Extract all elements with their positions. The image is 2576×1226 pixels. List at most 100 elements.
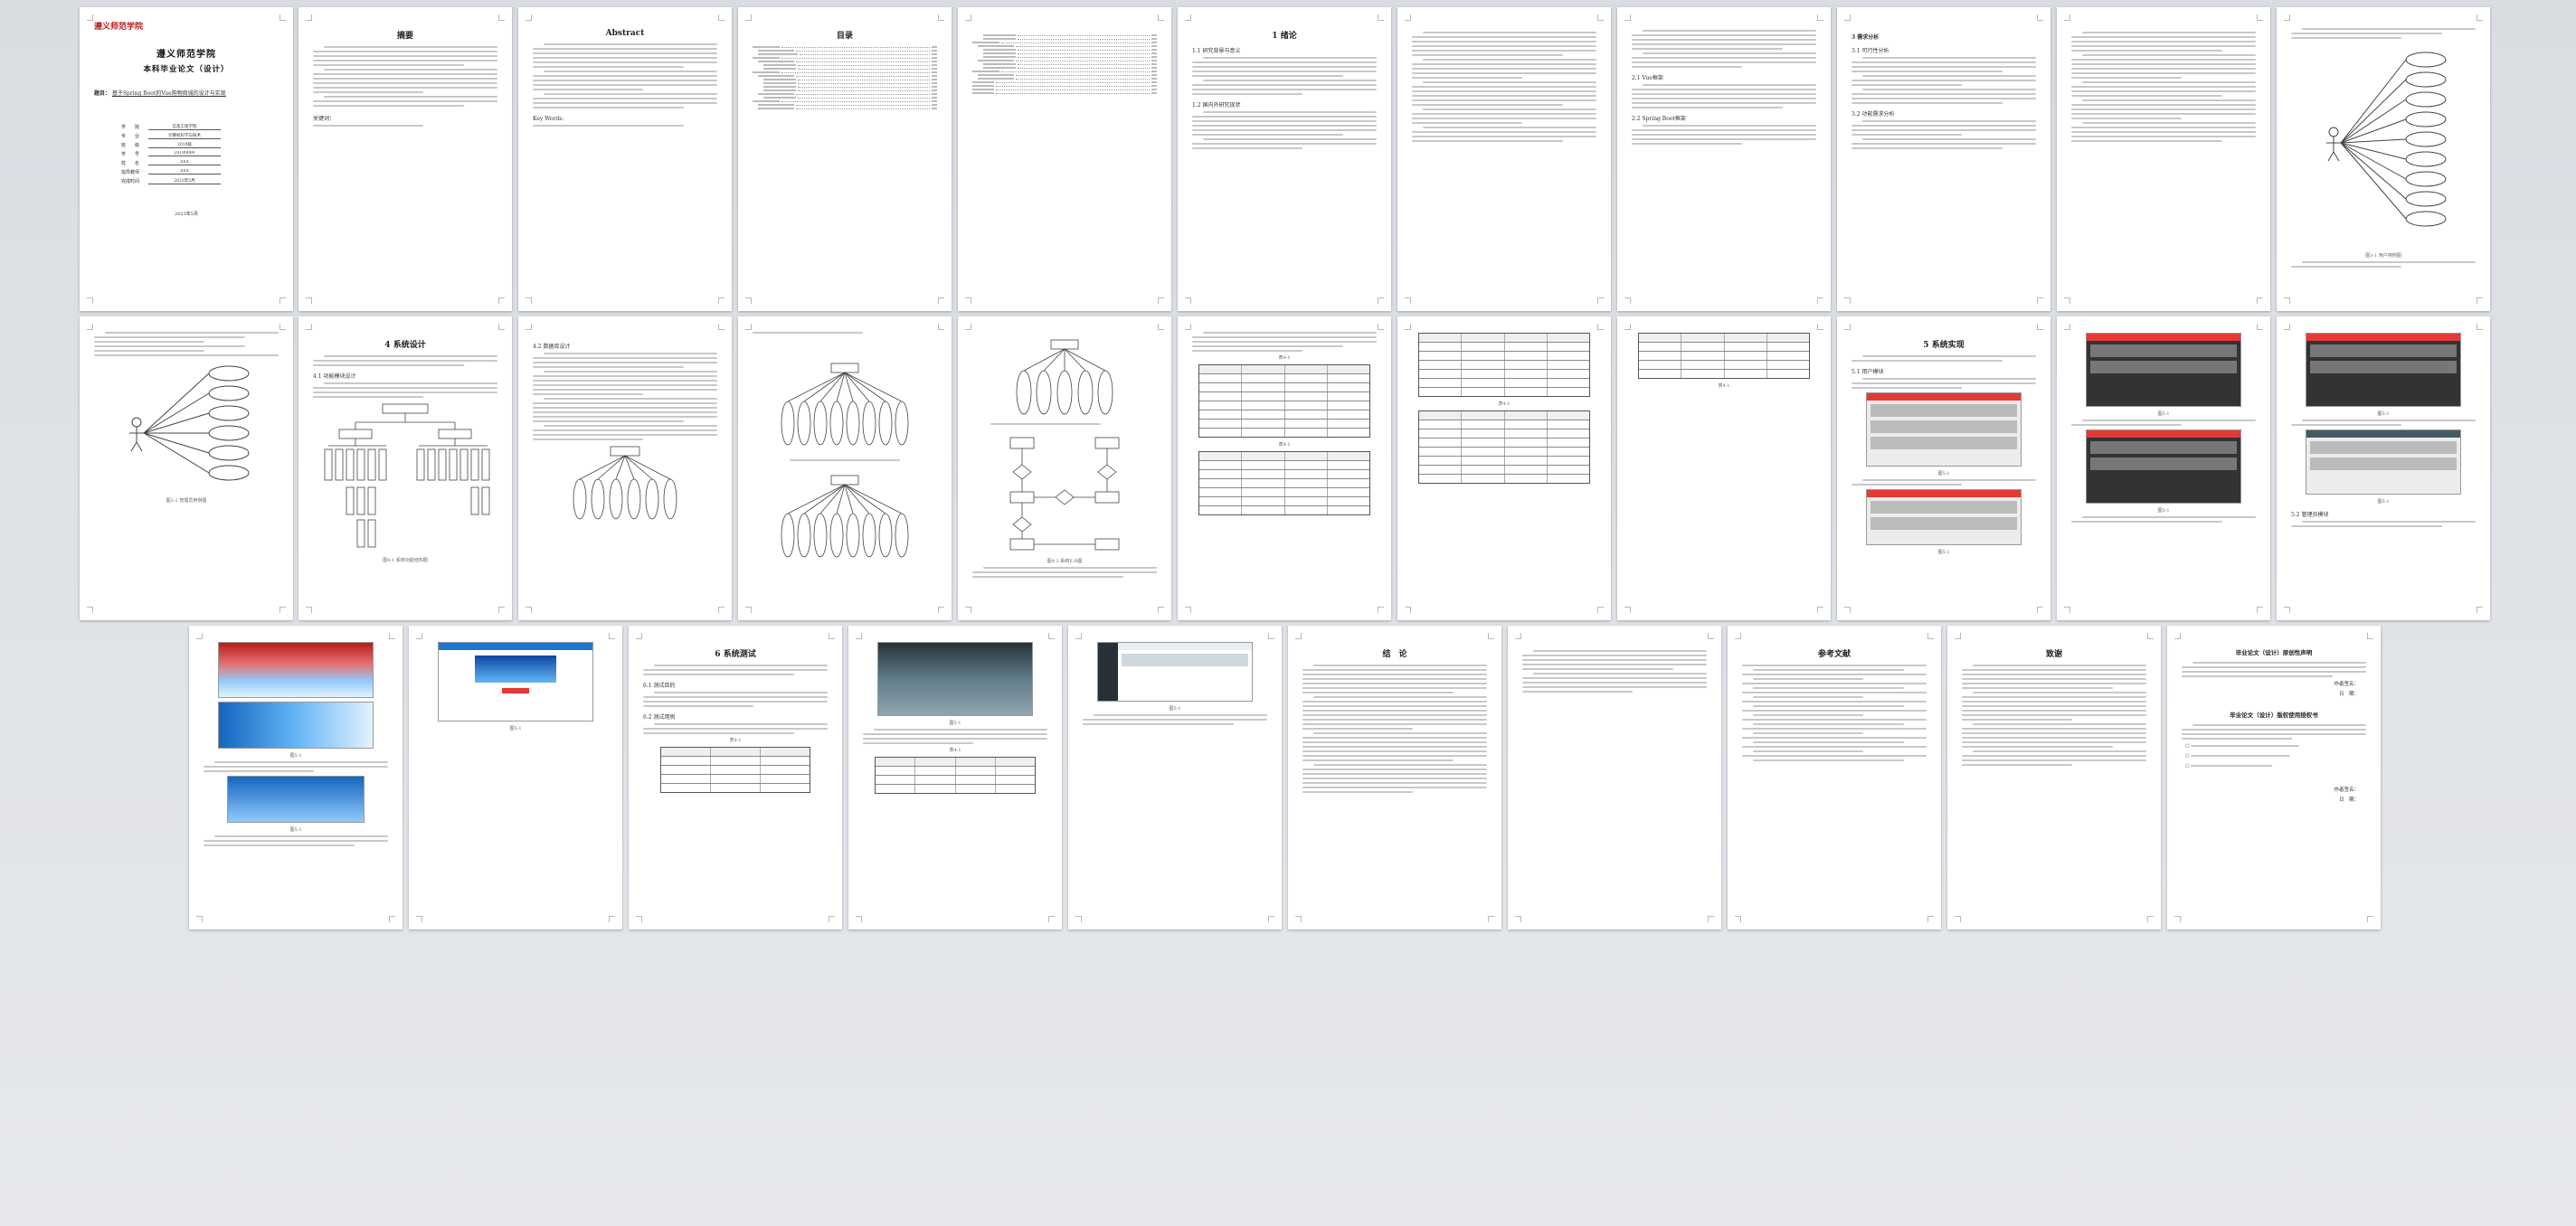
caption-figure-3: 图5-1: [2157, 411, 2170, 417]
caption-er-diagram: 图4-2 系统E-R图: [1046, 559, 1083, 564]
page-ch3-b[interactable]: [2057, 7, 2270, 311]
caption-figure-2: 图5-1: [1937, 550, 1950, 555]
data-table-4: [1418, 410, 1590, 484]
entity-attribute-diagram: [573, 446, 677, 520]
entity-diagram-1: [781, 363, 909, 446]
data-table-2: [1198, 451, 1370, 515]
page-ch6-c[interactable]: 图5-1: [1068, 626, 1282, 929]
page-ch4-er[interactable]: 图4-2 系统E-R图: [958, 316, 1171, 620]
test-table-1: [660, 747, 810, 793]
page-use-case-user[interactable]: 图3-1 用户用例图: [2277, 7, 2490, 311]
screenshot-announce: [438, 642, 593, 721]
page-ch5[interactable]: 5 系统实现 5.1 用户模块 图5-1 图5-1: [1837, 316, 2050, 620]
screenshot-cart: [2086, 333, 2241, 407]
date-signature-1: 日 期：: [2338, 692, 2359, 697]
caption-figure-8: 图5-1: [289, 827, 302, 833]
page-ch6-b[interactable]: 图5-1 表4-1: [848, 626, 1062, 929]
data-table-3: [1418, 333, 1590, 397]
page-ch4-tables-3[interactable]: 表4-1: [1617, 316, 1831, 620]
caption-figure-11: 图5-1: [1169, 706, 1181, 712]
screenshot-product: [1866, 489, 2022, 545]
cover-title: 题目： 基于Spring Boot的Vue购物商城的设计与实现: [94, 90, 226, 97]
page-statement[interactable]: 毕业论文（设计）原创性声明 作者签名： 日 期： 毕业论文（设计）版权使用授权书…: [2167, 626, 2381, 929]
checkbox-3: ☐: [2185, 762, 2363, 769]
page-abstract-en[interactable]: Abstract Key Words:: [518, 7, 732, 311]
cover-info: 学 院信息工程学院 专 业计算机科学与技术 班 级 2019级 学 号 201900…: [121, 122, 279, 185]
section-3-2: 3.2 功能需求分析: [1852, 111, 1895, 118]
keywords-cn: 关键词：: [313, 116, 336, 122]
date-signature-2: 日 期：: [2338, 797, 2359, 803]
screenshot-admin: [1097, 642, 1253, 702]
section-5-2: 5.2 管理员模块: [2291, 512, 2329, 518]
page-conclusion[interactable]: 结 论: [1288, 626, 1501, 929]
cover-doc-type: 本科毕业论文（设计）: [143, 65, 230, 74]
page-ch4-tables-1[interactable]: 表4-1 表4-1: [1178, 316, 1391, 620]
caption-function-structure: 图4-1 系统功能结构图: [383, 558, 428, 563]
abstract-en-heading: Abstract: [605, 29, 645, 38]
ch3-heading: 3 需求分析: [1852, 34, 1880, 41]
page-ch4-tables-2[interactable]: 表4-1: [1397, 316, 1611, 620]
abstract-cn-heading: 摘要: [396, 32, 413, 41]
caption-figure-9: 图5-1: [509, 726, 522, 731]
page-cover[interactable]: 遵义师范学院 遵义师范学院 本科毕业论文（设计） 题目： 基于Spring Bo…: [80, 7, 293, 311]
section-4-2: 4.2 数据库设计: [533, 344, 571, 350]
entity-diagram-2: [781, 475, 909, 558]
section-1-1: 1.1 研究背景与意义: [1192, 48, 1241, 54]
caption-figure-10: 图5-1: [949, 721, 961, 726]
screenshot-admin-login: [2306, 429, 2461, 495]
screenshot-detail: [227, 776, 365, 823]
page-ch6[interactable]: 6 系统测试 6.1 测试目的 6.2 测试用例 表4-1: [629, 626, 842, 929]
conclusion-heading: 结 论: [1382, 650, 1407, 659]
section-2-2: 2.2 Spring Boot框架: [1632, 116, 1686, 122]
statement-heading: 毕业论文（设计）原创性声明: [2235, 649, 2313, 656]
section-4-1: 4.1 功能模块设计: [313, 373, 356, 380]
page-ch4-db[interactable]: 4.2 数据库设计: [518, 316, 732, 620]
data-table-1: [1198, 364, 1370, 438]
author-signature-1: 作者签名：: [2334, 682, 2359, 687]
caption-table-7: 表4-1: [949, 748, 961, 753]
page-abstract-cn[interactable]: 摘要 关键词：: [298, 7, 512, 311]
page-ch4-entities[interactable]: [738, 316, 952, 620]
page-thanks[interactable]: 致谢: [1947, 626, 2161, 929]
page-use-case-admin[interactable]: 图3-2 管理员用例图: [80, 316, 293, 620]
caption-figure-6: 图5-1: [2377, 499, 2390, 505]
page-ch5-c[interactable]: 图5-1 图5-1 5.2 管理员模块: [2277, 316, 2490, 620]
use-case-diagram-user: [2326, 52, 2447, 227]
page-toc-1[interactable]: 目录: [738, 7, 952, 311]
page-ch3[interactable]: 3 需求分析 3.1 可行性分析 3.2 功能需求分析: [1837, 7, 2050, 311]
page-ch1[interactable]: 1 绪论 1.1 研究背景与意义 1.2 国内外研究现状: [1178, 7, 1391, 311]
cover-school: 遵义师范学院: [156, 50, 216, 60]
page-toc-2[interactable]: [958, 7, 1171, 311]
screenshot-banner: [218, 642, 374, 698]
data-table-5: [1638, 333, 1810, 379]
ch1-heading: 1 绪论: [1272, 32, 1297, 41]
cover-date: 2023年5月: [175, 212, 198, 217]
caption-figure-5: 图5-1: [2377, 411, 2390, 417]
toc-heading: 目录: [836, 32, 853, 41]
page-ch5-e[interactable]: 图5-1: [409, 626, 622, 929]
page-ch5-d[interactable]: 图5-1 图5-1: [189, 626, 402, 929]
page-ch2[interactable]: 2.1 Vue框架 2.2 Spring Boot框架: [1617, 7, 1831, 311]
checkbox-2: ☐: [2185, 752, 2363, 759]
screenshot-user-center: [2306, 333, 2461, 407]
page-ch5-b[interactable]: 图5-1 图5-1: [2057, 316, 2270, 620]
entity-diagram-3: [1016, 339, 1113, 415]
page-ch4-structure[interactable]: 4 系统设计 4.1 功能模块设计 图4-1 系统功能结构图: [298, 316, 512, 620]
keywords-en: Key Words:: [533, 116, 564, 122]
caption-table-1: 表4-1: [1278, 355, 1291, 361]
page-ch1-b[interactable]: [1397, 7, 1611, 311]
caption-use-case-admin: 图3-2 管理员用例图: [166, 498, 207, 504]
caption-use-case-user: 图3-1 用户用例图: [2365, 253, 2401, 259]
function-structure-diagram: [324, 403, 490, 548]
section-1-2: 1.2 国内外研究现状: [1192, 102, 1241, 108]
thanks-heading: 致谢: [2045, 650, 2062, 659]
screenshot-login: [877, 642, 1033, 716]
section-6-2: 6.2 测试用例: [643, 714, 676, 721]
page-conclusion-b[interactable]: [1508, 626, 1721, 929]
section-6-1: 6.1 测试目的: [643, 683, 676, 689]
caption-table-6: 表4-1: [729, 738, 742, 743]
page-references[interactable]: 参考文献: [1728, 626, 1941, 929]
screenshot-home: [1866, 392, 2022, 467]
copyright-heading: 毕业论文（设计）版权使用授权书: [2230, 712, 2318, 719]
screenshot-order: [2086, 429, 2241, 504]
